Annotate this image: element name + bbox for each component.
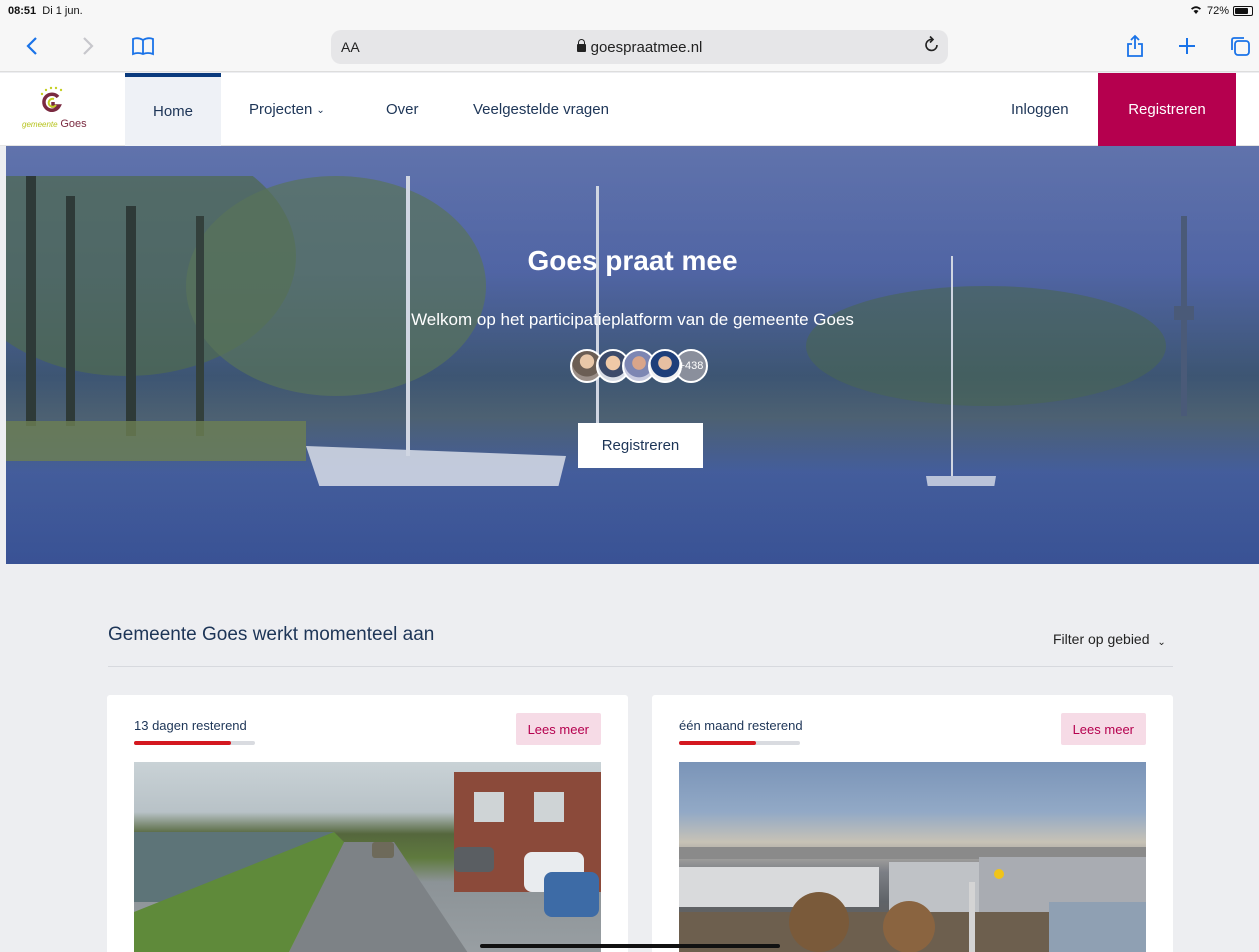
home-indicator	[480, 944, 780, 948]
login-link[interactable]: Inloggen	[1011, 73, 1069, 146]
hero-register-button[interactable]: Registreren	[578, 423, 703, 468]
nav-projecten-label: Projecten	[249, 101, 313, 118]
section-title: Gemeente Goes werkt momenteel aan	[108, 624, 435, 645]
gemeente-goes-logo[interactable]: gemeente Goes	[22, 85, 102, 133]
read-more-button[interactable]: Lees meer	[1060, 713, 1146, 745]
nav-home[interactable]: Home	[125, 73, 221, 146]
battery-icon	[1233, 5, 1253, 16]
tabs-overview-icon[interactable]	[1225, 30, 1255, 62]
progress-fill	[679, 741, 757, 745]
battery-percentage: 72%	[1206, 4, 1229, 17]
chevron-down-icon: ⌄	[1157, 637, 1166, 648]
avatar	[648, 349, 682, 383]
project-card[interactable]: één maand resterend Lees meer	[652, 695, 1173, 952]
project-card[interactable]: 13 dagen resterend Lees meer	[107, 695, 628, 952]
browser-toolbar: AA goespraatmee.nl	[0, 22, 1259, 72]
time-remaining: 13 dagen resterend	[134, 718, 247, 733]
hero-subtitle: Welkom op het participatieplatform van d…	[411, 310, 854, 329]
hero-title: Goes praat mee	[527, 245, 738, 276]
business-park-illustration	[679, 847, 1146, 952]
url-display[interactable]: goespraatmee.nl	[331, 39, 948, 56]
nav-projecten[interactable]: Projecten ⌄	[249, 73, 325, 146]
status-time: 08:51 Di 1 jun.	[8, 5, 83, 17]
chevron-down-icon: ⌄	[316, 105, 325, 116]
logo-text: gemeente Goes	[22, 118, 87, 130]
filter-area-dropdown[interactable]: Filter op gebied ⌄	[1053, 631, 1166, 648]
lock-icon	[576, 39, 586, 52]
nav-veelgestelde-vragen[interactable]: Veelgestelde vragen	[473, 73, 609, 146]
time-remaining: één maand resterend	[679, 718, 803, 733]
road-illustration	[134, 772, 601, 952]
participant-avatars: +438	[570, 349, 708, 383]
project-image[interactable]	[134, 762, 601, 952]
address-bar[interactable]: AA goespraatmee.nl	[331, 30, 948, 64]
wifi-icon	[1189, 4, 1203, 17]
read-more-button[interactable]: Lees meer	[515, 713, 601, 745]
back-icon[interactable]	[20, 30, 44, 62]
status-indicators: 72%	[1189, 4, 1253, 17]
time-progress-bar	[134, 741, 255, 745]
url-text: goespraatmee.nl	[590, 39, 703, 56]
forward-icon[interactable]	[76, 30, 100, 62]
time-progress-bar	[679, 741, 800, 745]
logo-mark-icon	[40, 86, 63, 112]
progress-fill	[134, 741, 231, 745]
hero-banner: Goes praat mee Welkom op het participati…	[6, 146, 1259, 564]
reload-icon[interactable]	[924, 35, 940, 58]
status-bar: 08:51 Di 1 jun. 72%	[0, 0, 1259, 22]
site-navigation: gemeente Goes Home Projecten ⌄ Over Veelg…	[0, 73, 1259, 146]
nav-over[interactable]: Over	[386, 73, 419, 146]
new-tab-icon[interactable]	[1172, 30, 1202, 62]
bookmarks-icon[interactable]	[128, 30, 158, 62]
filter-label: Filter op gebied	[1053, 631, 1150, 647]
section-divider	[108, 666, 1173, 667]
register-button[interactable]: Registreren	[1098, 73, 1236, 146]
project-image[interactable]	[679, 762, 1146, 952]
share-icon[interactable]	[1120, 30, 1150, 62]
